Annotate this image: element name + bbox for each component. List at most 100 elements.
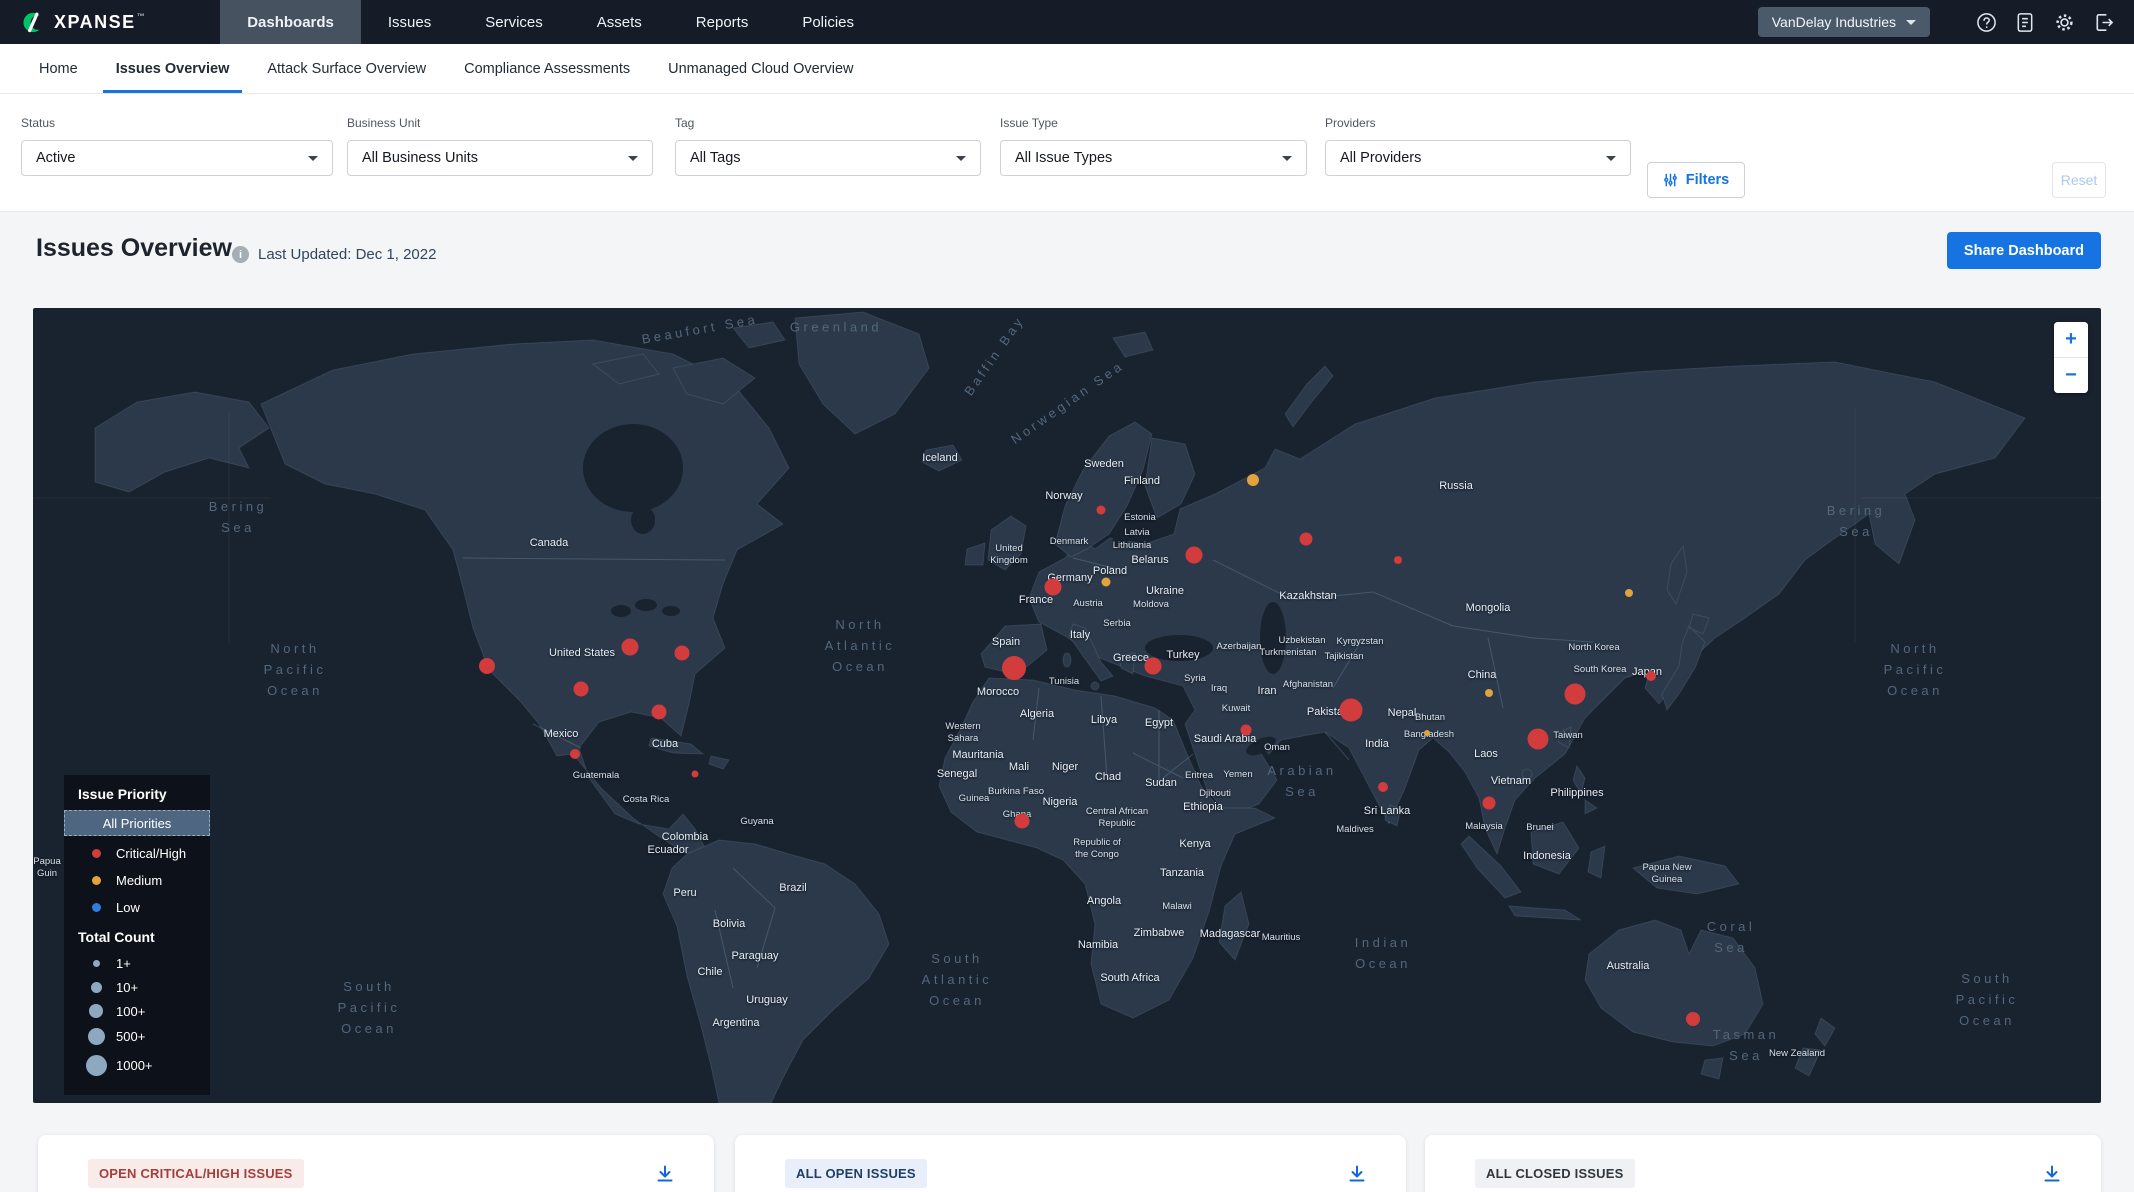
map-issue-dot-critical[interactable] <box>1483 797 1496 810</box>
nav-item-dashboards[interactable]: Dashboards <box>220 0 361 44</box>
map-landmass <box>33 308 2101 1103</box>
map-issue-dot-critical[interactable] <box>1565 684 1586 705</box>
share-dashboard-button[interactable]: Share Dashboard <box>1947 232 2101 269</box>
issue-type-selected-value: All Issue Types <box>1015 150 1282 166</box>
map-issue-dot-critical[interactable] <box>1528 729 1549 750</box>
map-issue-dot-medium[interactable] <box>1247 474 1259 486</box>
chevron-down-icon <box>1282 156 1292 161</box>
map-issue-dot-critical[interactable] <box>1186 547 1203 564</box>
zoom-in-button[interactable]: + <box>2054 322 2088 357</box>
tag-select[interactable]: All Tags <box>675 140 981 176</box>
filter-group-status: Status Active <box>21 116 333 176</box>
map-issue-dot-critical[interactable] <box>1300 533 1313 546</box>
xpanse-logo-icon <box>22 11 45 34</box>
map-legend: Issue Priority All Priorities Critical/H… <box>64 775 210 1095</box>
nav-item-issues[interactable]: Issues <box>361 0 458 44</box>
legend-priority-low[interactable]: Low <box>64 894 210 921</box>
tab-compliance-assessments[interactable]: Compliance Assessments <box>445 44 649 93</box>
card-open-critical-high-issues: OPEN CRITICAL/HIGH ISSUES <box>38 1135 714 1192</box>
map-issue-dot-medium[interactable] <box>1485 689 1493 697</box>
map-issue-dot-critical[interactable] <box>1145 658 1162 675</box>
status-select[interactable]: Active <box>21 140 333 176</box>
filter-group-business-unit: Business UnitAll Business Units <box>347 116 653 176</box>
business-unit-select[interactable]: All Business Units <box>347 140 653 176</box>
map-issue-dot-critical[interactable] <box>1002 656 1026 680</box>
last-updated: i Last Updated: Dec 1, 2022 <box>232 246 436 263</box>
map-issue-dot-critical[interactable] <box>1646 671 1656 681</box>
download-icon[interactable] <box>2039 1161 2065 1187</box>
map-issue-dot-critical[interactable] <box>574 682 589 697</box>
tab-home[interactable]: Home <box>20 44 97 93</box>
nav-item-reports[interactable]: Reports <box>669 0 776 44</box>
release-notes-icon[interactable] <box>2014 11 2036 33</box>
map-issue-dot-critical[interactable] <box>570 749 580 759</box>
brand-name: XPANSE™ <box>54 12 146 33</box>
map-issue-dot-critical[interactable] <box>1394 556 1402 564</box>
filter-label-issue-type: Issue Type <box>1000 116 1307 130</box>
legend-priority-label: Medium <box>116 873 162 888</box>
filters-button[interactable]: Filters <box>1647 162 1745 198</box>
map-issue-dot-medium[interactable] <box>1102 578 1111 587</box>
map-issue-dot-medium[interactable] <box>1625 589 1633 597</box>
issue-type-select[interactable]: All Issue Types <box>1000 140 1307 176</box>
map-issue-dot-critical[interactable] <box>692 771 699 778</box>
chevron-down-icon <box>1606 156 1616 161</box>
nav-item-assets[interactable]: Assets <box>570 0 669 44</box>
map-issue-dot-critical[interactable] <box>1015 814 1030 829</box>
account-menu-button[interactable]: VanDelay Industries <box>1758 7 1930 37</box>
nav-item-services[interactable]: Services <box>458 0 570 44</box>
tab-attack-surface-overview[interactable]: Attack Surface Overview <box>248 44 445 93</box>
account-name: VanDelay Industries <box>1772 14 1896 30</box>
legend-priority-title: Issue Priority <box>64 786 210 802</box>
dashboard-tabs: HomeIssues OverviewAttack Surface Overvi… <box>0 44 2134 94</box>
world-map[interactable]: CanadaUnited StatesMexicoCubaGuatemalaCo… <box>33 308 2101 1103</box>
legend-count-label: 100+ <box>116 1004 145 1019</box>
map-issue-dot-critical[interactable] <box>652 705 667 720</box>
sign-out-icon[interactable] <box>2092 11 2114 33</box>
critical-dot-icon <box>82 849 110 858</box>
tab-unmanaged-cloud-overview[interactable]: Unmanaged Cloud Overview <box>649 44 872 93</box>
legend-all-priorities[interactable]: All Priorities <box>64 810 210 836</box>
nav-item-policies[interactable]: Policies <box>775 0 881 44</box>
map-issue-dot-critical[interactable] <box>1378 782 1388 792</box>
legend-count-label: 1000+ <box>116 1058 153 1073</box>
legend-priority-list: Critical/High Medium Low <box>64 840 210 921</box>
main-nav: DashboardsIssuesServicesAssetsReportsPol… <box>220 0 881 44</box>
page-title: Issues Overview <box>36 234 232 263</box>
card-all-closed-issues: ALL CLOSED ISSUES <box>1425 1135 2101 1192</box>
page-header: Issues Overview i Last Updated: Dec 1, 2… <box>0 212 2134 308</box>
download-icon[interactable] <box>1344 1161 1370 1187</box>
map-issue-dot-critical[interactable] <box>1097 506 1106 515</box>
brand-logo: XPANSE™ <box>22 11 146 34</box>
legend-priority-medium[interactable]: Medium <box>64 867 210 894</box>
reset-button[interactable]: Reset <box>2052 162 2106 198</box>
map-issue-dot-critical[interactable] <box>479 658 495 674</box>
map-issue-dot-medium[interactable] <box>1424 730 1430 736</box>
providers-select[interactable]: All Providers <box>1325 140 1631 176</box>
download-icon[interactable] <box>652 1161 678 1187</box>
map-issue-dot-critical[interactable] <box>1686 1012 1700 1026</box>
count-circle-icon <box>82 1004 110 1018</box>
filter-label-status: Status <box>21 116 333 130</box>
count-circle-icon <box>82 982 110 993</box>
zoom-out-button[interactable]: − <box>2054 358 2088 393</box>
map-issue-dot-critical[interactable] <box>1340 699 1363 722</box>
count-circle-icon <box>82 960 110 967</box>
nav-right: VanDelay Industries <box>1758 7 2114 37</box>
map-issue-dot-critical[interactable] <box>1241 725 1252 736</box>
filter-label-tag: Tag <box>675 116 981 130</box>
legend-priority-critical-high[interactable]: Critical/High <box>64 840 210 867</box>
help-icon[interactable] <box>1975 11 1997 33</box>
legend-count-1000: 1000+ <box>64 1050 210 1081</box>
map-issue-dot-critical[interactable] <box>622 639 639 656</box>
map-issue-dot-critical[interactable] <box>1045 579 1062 596</box>
chevron-down-icon <box>956 156 966 161</box>
top-nav: XPANSE™ DashboardsIssuesServicesAssetsRe… <box>0 0 2134 44</box>
low-dot-icon <box>82 903 110 912</box>
legend-count-10: 10+ <box>64 975 210 999</box>
tab-issues-overview[interactable]: Issues Overview <box>97 44 249 93</box>
legend-count-label: 500+ <box>116 1029 145 1044</box>
settings-icon[interactable] <box>2053 11 2075 33</box>
map-issue-dot-critical[interactable] <box>675 646 690 661</box>
legend-priority-label: Critical/High <box>116 846 186 861</box>
